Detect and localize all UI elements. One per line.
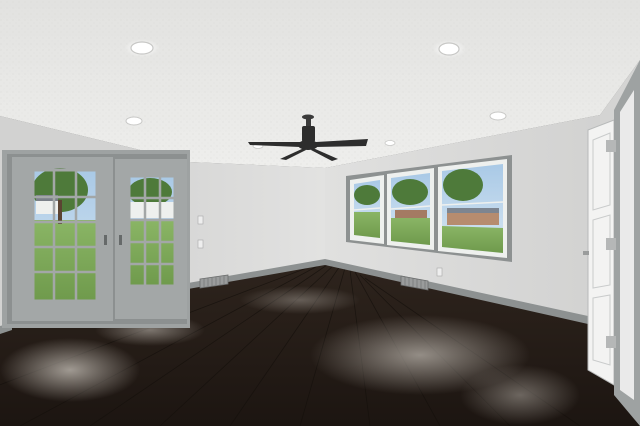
recessed-light-4 xyxy=(489,111,507,121)
window-left xyxy=(350,175,384,244)
french-door-right-panel xyxy=(115,159,187,319)
window-center xyxy=(387,168,434,250)
french-doors xyxy=(2,150,190,328)
window-right xyxy=(438,159,507,258)
recessed-light-1 xyxy=(124,39,160,57)
room-photo xyxy=(0,0,640,426)
recessed-light-3 xyxy=(125,116,143,126)
recessed-light-2 xyxy=(432,40,466,58)
french-door-left-panel xyxy=(12,157,113,321)
recessed-light-5 xyxy=(384,140,396,146)
